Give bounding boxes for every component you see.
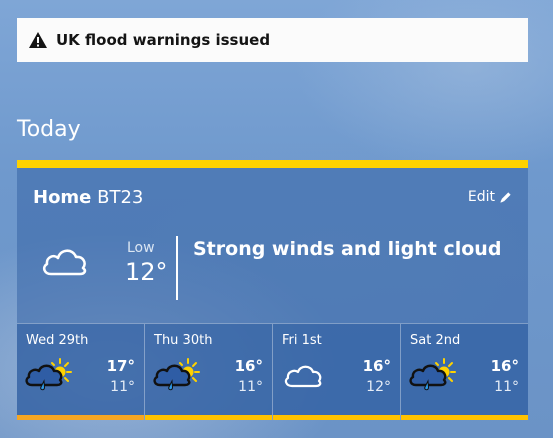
sunny-intervals-light-rain-icon [25, 358, 72, 391]
temperature-bar [273, 415, 400, 420]
section-title: Today [17, 117, 81, 142]
banner-text: UK flood warnings issued [56, 31, 271, 49]
low-temperature: 12° [125, 258, 168, 286]
cloud-icon [284, 365, 322, 388]
forecast-low: 11° [110, 379, 135, 395]
forecast-day-name: Wed 29th [26, 333, 89, 348]
forecast-day[interactable]: Fri 1st 16° 12° [273, 323, 401, 420]
temperature-bar [145, 415, 272, 420]
forecast-low: 11° [238, 379, 263, 395]
location-name: Home [33, 187, 92, 208]
forecast-day[interactable]: Sat 2nd 16° 11° [401, 323, 528, 420]
flood-warning-banner[interactable]: UK flood warnings issued [17, 18, 528, 62]
forecast-high: 16° [234, 357, 263, 375]
edit-label: Edit [467, 189, 495, 205]
temperature-bar [401, 415, 528, 420]
cloud-icon [42, 249, 87, 276]
location-postcode: BT23 [97, 187, 144, 208]
pencil-icon [500, 191, 511, 203]
forecast-low: 12° [366, 379, 391, 395]
low-label: Low [127, 240, 155, 256]
forecast-day-name: Sat 2nd [410, 333, 461, 348]
forecast-low: 11° [494, 379, 519, 395]
warning-icon [29, 32, 47, 48]
forecast-day-name: Fri 1st [282, 333, 322, 348]
forecast-day[interactable]: Thu 30th 16° 11° [145, 323, 273, 420]
forecast-row: Wed 29th 17° 11° Thu 30th 16° 11° Fri 1st 16°… [17, 323, 528, 420]
edit-location-button[interactable]: Edit [468, 189, 512, 205]
divider [176, 236, 178, 300]
forecast-day-name: Thu 30th [154, 333, 213, 348]
forecast-high: 17° [106, 357, 135, 375]
sunny-intervals-light-rain-icon [409, 358, 456, 391]
weather-card: Home BT23 Edit Low 12° Strong winds and … [17, 160, 528, 420]
sunny-intervals-light-rain-icon [153, 358, 200, 391]
location-title: Home BT23 [33, 187, 143, 208]
forecast-high: 16° [362, 357, 391, 375]
forecast-day[interactable]: Wed 29th 17° 11° [17, 323, 145, 420]
weather-summary: Strong winds and light cloud [193, 238, 502, 260]
forecast-high: 16° [490, 357, 519, 375]
temperature-bar [17, 415, 144, 420]
